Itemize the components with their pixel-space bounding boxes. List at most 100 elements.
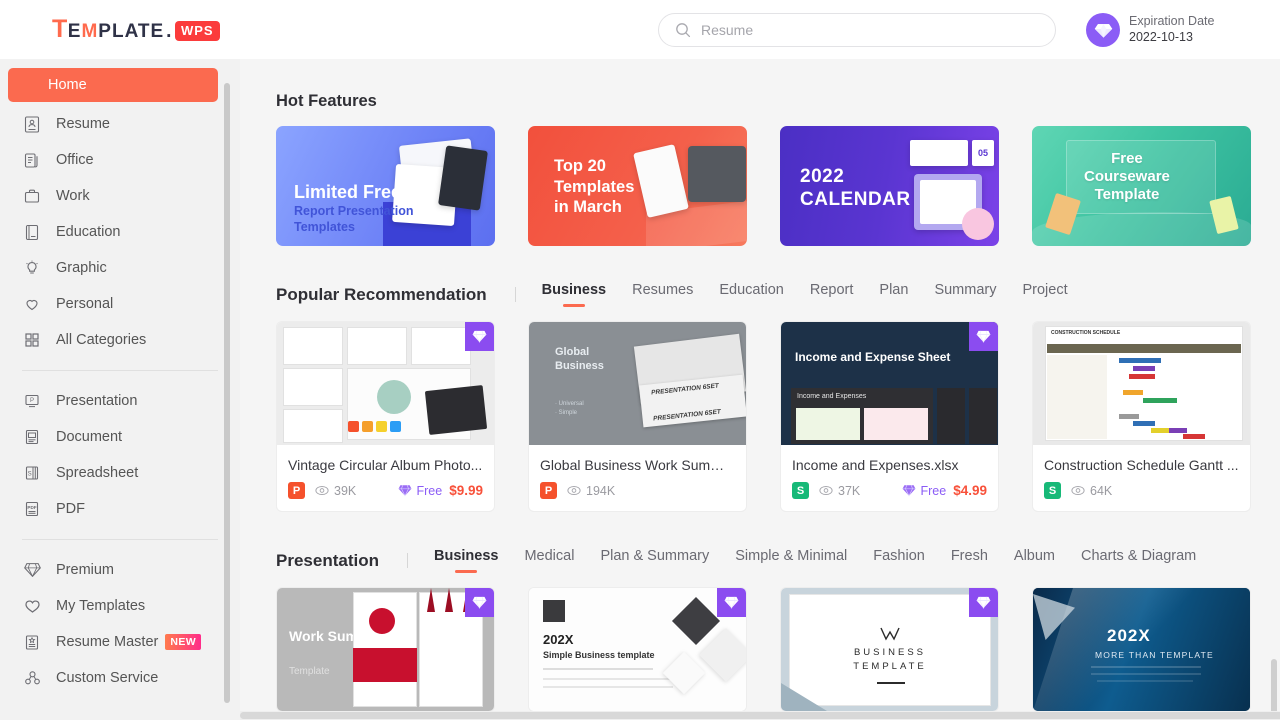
tab-summary[interactable]: Summary	[934, 282, 996, 307]
template-card[interactable]: BUSINESS TEMPLATE	[780, 587, 999, 712]
sidebar-item-presentation[interactable]: P Presentation	[0, 383, 240, 419]
thumb-label: BUSINESS TEMPLATE	[853, 647, 927, 673]
tab-project[interactable]: Project	[1022, 282, 1067, 307]
presentation-icon: P	[22, 391, 42, 411]
template-card[interactable]: 202X MORE THAN TEMPLATE	[1032, 587, 1251, 712]
sidebar-item-custom-service[interactable]: Custom Service	[0, 660, 240, 696]
search-bar[interactable]	[658, 13, 1056, 47]
sidebar-item-label: Work	[56, 188, 90, 204]
thumb-label: 202X	[543, 632, 574, 647]
tab-business[interactable]: Business	[542, 282, 606, 307]
sidebar-item-graphic[interactable]: Graphic	[0, 250, 240, 286]
app-header: TEMPLATE . WPS Expiration Date	[0, 0, 1280, 59]
tab-fashion[interactable]: Fashion	[873, 548, 925, 573]
banner-title: 2022	[800, 166, 845, 187]
sidebar-scrollbar-track[interactable]	[224, 71, 235, 703]
sidebar-item-personal[interactable]: Personal	[0, 286, 240, 322]
free-label: Free	[416, 483, 443, 498]
sidebar-item-work[interactable]: Work	[0, 178, 240, 214]
template-card[interactable]: 202X Simple Business template	[528, 587, 747, 712]
eye-icon	[315, 485, 329, 496]
diamond-icon	[1094, 23, 1112, 38]
tab-album[interactable]: Album	[1014, 548, 1055, 573]
document-icon	[22, 427, 42, 447]
banner-free-courseware[interactable]: Free Courseware Template	[1032, 126, 1251, 246]
template-thumbnail: 202X MORE THAN TEMPLATE	[1033, 588, 1250, 711]
template-thumbnail: Work Summary Template	[277, 588, 494, 711]
view-count-value: 39K	[334, 483, 357, 498]
expiration-info[interactable]: Expiration Date 2022-10-13	[1086, 13, 1214, 47]
pdf-icon: PDF	[22, 499, 42, 519]
logo-letter-e: E	[67, 21, 82, 42]
main-horizontal-scrollbar-thumb[interactable]	[240, 712, 1280, 719]
sidebar-item-resume-master[interactable]: Resume Master NEW	[0, 624, 240, 660]
tab-business[interactable]: Business	[434, 548, 498, 573]
template-meta: S 64K	[1033, 473, 1250, 511]
grid-icon	[22, 330, 42, 350]
template-thumbnail: 202X Simple Business template	[529, 588, 746, 711]
sidebar-scrollbar-thumb[interactable]	[224, 83, 230, 703]
view-count: 39K	[315, 484, 356, 498]
app-body: Home Resume Office Work Education Graphi…	[0, 59, 1280, 720]
popular-card-row: Vintage Circular Album Photo... P 39K Fr…	[276, 321, 1280, 512]
svg-text:S: S	[28, 471, 32, 477]
sidebar-item-document[interactable]: Document	[0, 419, 240, 455]
sidebar-item-all-categories[interactable]: All Categories	[0, 322, 240, 358]
diamond-icon	[398, 485, 411, 497]
banner-top-20-march[interactable]: Top 20 Templates in March	[528, 126, 747, 246]
banner-subtitle: Courseware	[1084, 168, 1170, 185]
price-group: Free $9.99	[398, 483, 483, 498]
template-card[interactable]: Vintage Circular Album Photo... P 39K Fr…	[276, 321, 495, 512]
tab-plan-summary[interactable]: Plan & Summary	[600, 548, 709, 573]
sidebar-item-my-templates[interactable]: My Templates	[0, 588, 240, 624]
sidebar-item-pdf[interactable]: PDF PDF	[0, 491, 240, 527]
vip-badge	[717, 588, 746, 617]
template-card[interactable]: Global Business · Universal · Simple PRESE…	[528, 321, 747, 512]
main-horizontal-scrollbar-track[interactable]	[240, 711, 1280, 720]
presentation-card-row: Work Summary Template 202X Simple Busine…	[276, 587, 1280, 712]
sidebar-item-resume[interactable]: Resume	[0, 106, 240, 142]
sidebar-item-label: Resume	[56, 116, 110, 132]
tab-fresh[interactable]: Fresh	[951, 548, 988, 573]
vip-badge	[969, 322, 998, 351]
tab-charts-diagram[interactable]: Charts & Diagram	[1081, 548, 1196, 573]
template-card[interactable]: Income and Expense Sheet Income and Expe…	[780, 321, 999, 512]
template-meta: P 194K	[529, 473, 746, 511]
banner-decor-sheet	[633, 144, 689, 218]
tab-simple-minimal[interactable]: Simple & Minimal	[735, 548, 847, 573]
sidebar-item-spreadsheet[interactable]: S Spreadsheet	[0, 455, 240, 491]
hot-features-title: Hot Features	[276, 92, 377, 110]
personal-icon	[22, 294, 42, 314]
banner-2022-calendar[interactable]: 05 2022 CALENDAR	[780, 126, 999, 246]
tab-education[interactable]: Education	[719, 282, 784, 307]
sidebar-item-office[interactable]: Office	[0, 142, 240, 178]
tab-plan[interactable]: Plan	[879, 282, 908, 307]
banner-decor-calheader	[910, 140, 968, 166]
sidebar-item-home[interactable]: Home	[8, 68, 218, 102]
banner-title: Top 20	[554, 157, 606, 175]
popular-tabs: Business Resumes Education Report Plan S…	[542, 282, 1068, 307]
banner-title-group: 2022 CALENDAR	[800, 166, 911, 212]
template-meta: P 39K Free $9.99	[277, 473, 494, 511]
brand-logo[interactable]: T E M PLATE . WPS	[52, 15, 220, 44]
template-card[interactable]: Work Summary Template	[276, 587, 495, 712]
template-card[interactable]: CONSTRUCTION SCHEDULE Construction Sched…	[1032, 321, 1251, 512]
tab-report[interactable]: Report	[810, 282, 854, 307]
sidebar-item-education[interactable]: Education	[0, 214, 240, 250]
sidebar-item-premium[interactable]: Premium	[0, 552, 240, 588]
banner-limited-free[interactable]: Limited Free! Report Presentation Templa…	[276, 126, 495, 246]
template-thumbnail: Income and Expense Sheet Income and Expe…	[781, 322, 998, 445]
filetype-badge: P	[288, 482, 305, 499]
tab-medical[interactable]: Medical	[524, 548, 574, 573]
expiration-label: Expiration Date	[1129, 14, 1215, 29]
filetype-badge: S	[1044, 482, 1061, 499]
view-count-value: 194K	[586, 483, 616, 498]
header-divider	[514, 287, 516, 302]
expiration-text: Expiration Date 2022-10-13	[1129, 14, 1214, 45]
thumb-sublabel: MORE THAN TEMPLATE	[1095, 650, 1214, 660]
search-input[interactable]	[701, 22, 1031, 38]
view-count-value: 64K	[1090, 483, 1113, 498]
sidebar-item-label: Personal	[56, 296, 114, 312]
spreadsheet-icon: S	[22, 463, 42, 483]
tab-resumes[interactable]: Resumes	[632, 282, 693, 307]
